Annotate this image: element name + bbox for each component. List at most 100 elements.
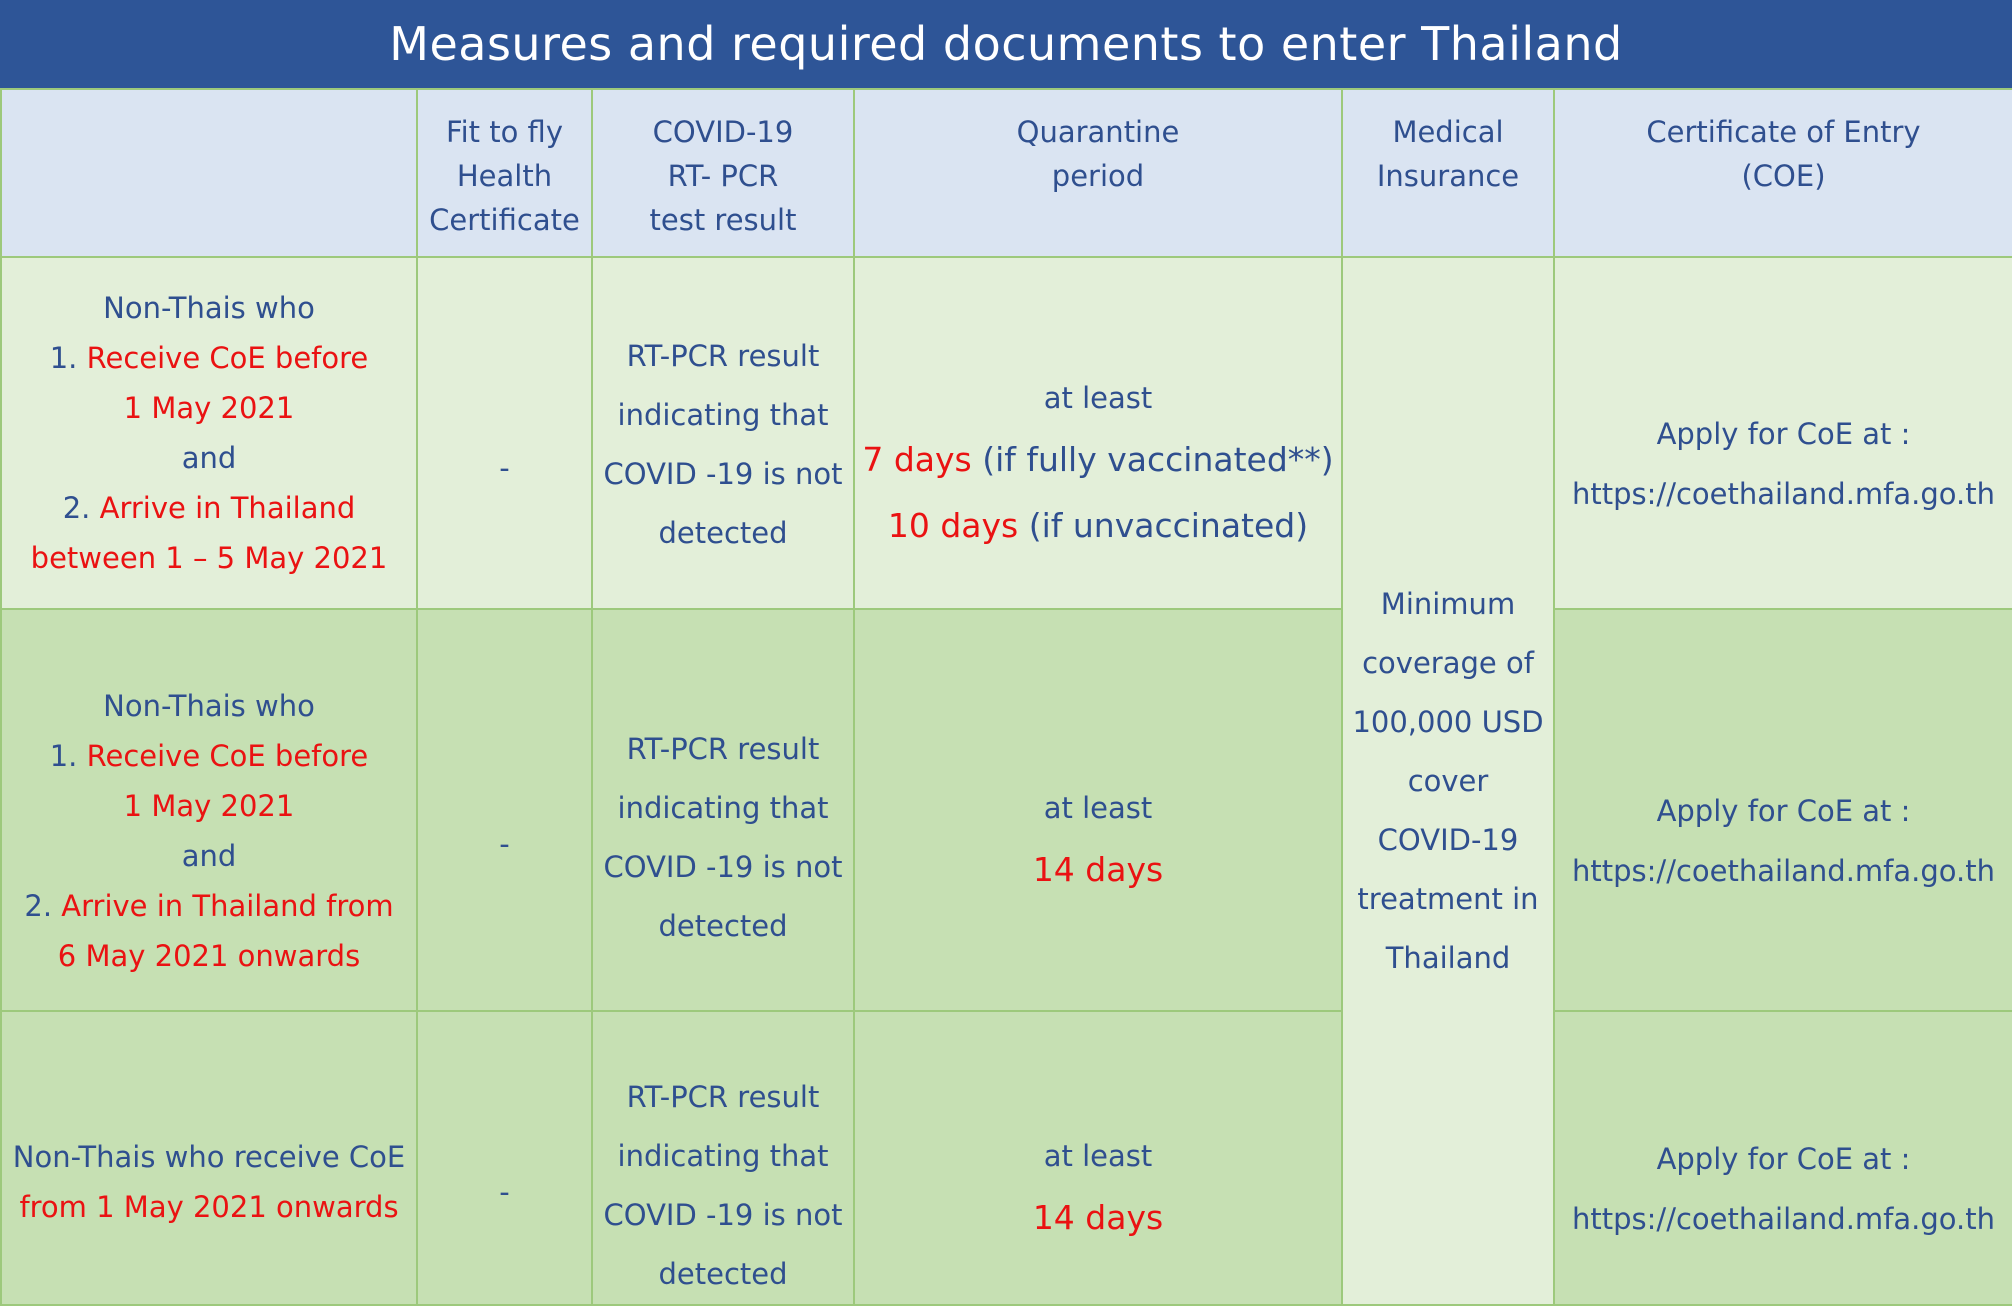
- group-condition: Arrive in Thailand: [99, 491, 356, 525]
- group-number: 2.: [24, 889, 62, 923]
- pcr-line: COVID -19 is not: [603, 1198, 843, 1232]
- pcr-line: RT-PCR result: [626, 732, 820, 766]
- header-row: Fit to fly Health Certificate COVID-19 R…: [0, 88, 2012, 258]
- header-empty-cell: [0, 88, 418, 258]
- pcr-line: COVID -19 is not: [603, 457, 843, 491]
- group-line: 1. Receive CoE before: [8, 731, 410, 781]
- pcr-line: RT-PCR result: [626, 339, 820, 373]
- quarantine-note: (if fully vaccinated**): [971, 440, 1334, 479]
- pcr-cell: RT-PCR result indicating that COVID -19 …: [591, 256, 855, 610]
- pcr-cell: RT-PCR result indicating that COVID -19 …: [591, 608, 855, 1012]
- group-line: 1. Receive CoE before: [8, 333, 410, 383]
- table-row: Non-Thais who receive CoE from 1 May 202…: [0, 1010, 2012, 1306]
- coe-cell: Apply for CoE at : https://coethailand.m…: [1553, 1010, 2012, 1306]
- header-insurance-line: Medical: [1392, 115, 1504, 149]
- header-fit-to-fly: Fit to fly Health Certificate: [416, 88, 593, 258]
- table-row: Non-Thais who 1. Receive CoE before 1 Ma…: [0, 608, 2012, 1012]
- quarantine-cell: at least 14 days: [853, 1010, 1343, 1306]
- coe-instruction: Apply for CoE at :: [1656, 417, 1911, 451]
- group-condition: Arrive in Thailand from: [61, 889, 394, 923]
- page-title: Measures and required documents to enter…: [0, 0, 2012, 88]
- group-number: 2.: [62, 491, 100, 525]
- group-cell: Non-Thais who 1. Receive CoE before 1 Ma…: [0, 608, 418, 1012]
- group-number: 1.: [49, 341, 87, 375]
- coe-cell: Apply for CoE at : https://coethailand.m…: [1553, 608, 2012, 1012]
- group-cell: Non-Thais who 1. Receive CoE before 1 Ma…: [0, 256, 418, 610]
- fit-to-fly-value: -: [499, 827, 510, 861]
- group-line: 2. Arrive in Thailand: [8, 483, 410, 533]
- header-fit-to-fly-line: Fit to fly: [446, 115, 563, 149]
- group-line: 2. Arrive in Thailand from: [8, 881, 410, 931]
- insurance-cell: Minimum coverage of 100,000 USD cover CO…: [1341, 256, 1555, 1306]
- group-line: Non-Thais who: [103, 291, 315, 325]
- coe-link[interactable]: https://coethailand.mfa.go.th: [1561, 464, 2006, 524]
- entry-requirements-page: Measures and required documents to enter…: [0, 0, 2012, 1306]
- coe-cell: Apply for CoE at : https://coethailand.m…: [1553, 256, 2012, 610]
- quarantine-at-least: at least: [1043, 1139, 1153, 1173]
- quarantine-cell: at least 7 days (if fully vaccinated**) …: [853, 256, 1343, 610]
- fit-to-fly-value: -: [499, 1175, 510, 1209]
- fit-to-fly-cell: -: [416, 608, 593, 1012]
- group-date: 1 May 2021: [123, 789, 295, 823]
- quarantine-at-least: at least: [1043, 791, 1153, 825]
- coe-instruction: Apply for CoE at :: [1656, 794, 1911, 828]
- group-date: 1 May 2021: [123, 391, 295, 425]
- fit-to-fly-value: -: [499, 451, 510, 485]
- group-number: 1.: [49, 739, 87, 773]
- quarantine-days: 14 days: [1032, 1198, 1164, 1237]
- coe-link[interactable]: https://coethailand.mfa.go.th: [1561, 1189, 2006, 1249]
- header-pcr-line: RT- PCR: [667, 159, 779, 193]
- coe-link[interactable]: https://coethailand.mfa.go.th: [1561, 841, 2006, 901]
- header-quarantine: Quarantine period: [853, 88, 1343, 258]
- pcr-line: indicating that: [617, 791, 829, 825]
- pcr-line: indicating that: [617, 398, 829, 432]
- header-insurance-line: Insurance: [1376, 159, 1520, 193]
- insurance-line: coverage of: [1362, 645, 1534, 680]
- pcr-line: RT-PCR result: [626, 1080, 820, 1114]
- fit-to-fly-cell: -: [416, 1010, 593, 1306]
- fit-to-fly-cell: -: [416, 256, 593, 610]
- insurance-line: Thailand: [1385, 940, 1511, 975]
- table-row: Non-Thais who 1. Receive CoE before 1 Ma…: [0, 256, 2012, 1306]
- pcr-line: detected: [658, 516, 788, 550]
- group-condition: Receive CoE before: [86, 739, 369, 773]
- quarantine-note: (if unvaccinated): [1018, 506, 1309, 545]
- quarantine-option: 10 days (if unvaccinated): [861, 493, 1335, 559]
- header-quarantine-line: period: [1051, 159, 1145, 193]
- group-date: 6 May 2021 onwards: [57, 939, 361, 973]
- quarantine-days: 10 days: [887, 506, 1019, 545]
- pcr-line: detected: [658, 1257, 788, 1291]
- header-pcr-line: test result: [649, 203, 797, 237]
- group-condition: from 1 May 2021 onwards: [19, 1190, 399, 1224]
- group-line: Non-Thais who: [103, 689, 315, 723]
- insurance-line: cover: [1407, 763, 1489, 798]
- quarantine-days: 14 days: [1032, 850, 1164, 889]
- insurance-line: treatment in: [1357, 881, 1539, 916]
- insurance-line: COVID-19: [1377, 822, 1519, 857]
- pcr-line: indicating that: [617, 1139, 829, 1173]
- quarantine-cell: at least 14 days: [853, 608, 1343, 1012]
- pcr-line: detected: [658, 909, 788, 943]
- header-coe-line: Certificate of Entry: [1646, 115, 1921, 149]
- header-quarantine-line: Quarantine: [1016, 115, 1180, 149]
- header-fit-to-fly-line: Certificate: [429, 203, 580, 237]
- group-cell: Non-Thais who receive CoE from 1 May 202…: [0, 1010, 418, 1306]
- group-conjunction: and: [181, 839, 237, 873]
- coe-instruction: Apply for CoE at :: [1656, 1142, 1911, 1176]
- header-insurance: Medical Insurance: [1341, 88, 1555, 258]
- header-coe: Certificate of Entry (COE): [1553, 88, 2012, 258]
- group-conjunction: and: [181, 441, 237, 475]
- pcr-cell: RT-PCR result indicating that COVID -19 …: [591, 1010, 855, 1306]
- requirements-table: Fit to fly Health Certificate COVID-19 R…: [0, 88, 2012, 1306]
- quarantine-at-least: at least: [1043, 381, 1153, 415]
- group-condition: Receive CoE before: [86, 341, 369, 375]
- pcr-line: COVID -19 is not: [603, 850, 843, 884]
- group-line: Non-Thais who receive CoE: [12, 1140, 406, 1174]
- group-date: between 1 – 5 May 2021: [30, 541, 388, 575]
- header-pcr-line: COVID-19: [652, 115, 794, 149]
- insurance-line: Minimum: [1380, 586, 1516, 621]
- header-coe-line: (COE): [1741, 159, 1826, 193]
- quarantine-option: 7 days (if fully vaccinated**): [861, 427, 1335, 493]
- header-pcr: COVID-19 RT- PCR test result: [591, 88, 855, 258]
- insurance-line: 100,000 USD: [1352, 704, 1544, 739]
